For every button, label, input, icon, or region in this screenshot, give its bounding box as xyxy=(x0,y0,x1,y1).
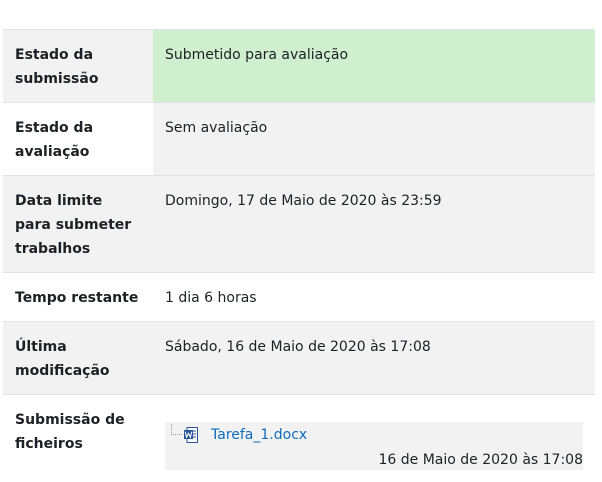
file-submission-box: Tarefa_1.docx 16 de Maio de 2020 às 17:0… xyxy=(165,422,583,470)
row-time-remaining: Tempo restante 1 dia 6 horas xyxy=(3,273,595,322)
due-date-label: Data limite para submeter trabalhos xyxy=(3,176,153,272)
row-due-date: Data limite para submeter trabalhos Domi… xyxy=(3,176,595,273)
file-upload-date: 16 de Maio de 2020 às 17:08 xyxy=(378,452,583,468)
last-modified-value: Sábado, 16 de Maio de 2020 às 17:08 xyxy=(153,322,595,394)
tree-branch-icon xyxy=(171,424,182,435)
file-submissions-label: Submissão de ficheiros xyxy=(3,395,153,482)
submission-status-table: Estado da submissão Submetido para avali… xyxy=(3,29,595,482)
grading-status-label: Estado da avaliação xyxy=(3,103,153,175)
submission-status-value: Submetido para avaliação xyxy=(153,30,595,102)
time-remaining-label: Tempo restante xyxy=(3,273,153,321)
row-grading-status: Estado da avaliação Sem avaliação xyxy=(3,103,595,176)
submission-status-label: Estado da submissão xyxy=(3,30,153,102)
row-submission-status: Estado da submissão Submetido para avali… xyxy=(3,30,595,103)
time-remaining-value: 1 dia 6 horas xyxy=(153,273,595,321)
last-modified-label: Última modificação xyxy=(3,322,153,394)
row-last-modified: Última modificação Sábado, 16 de Maio de… xyxy=(3,322,595,395)
file-link-tarefa[interactable]: Tarefa_1.docx xyxy=(211,425,307,445)
grading-status-value: Sem avaliação xyxy=(153,103,595,175)
due-date-value: Domingo, 17 de Maio de 2020 às 23:59 xyxy=(153,176,595,272)
word-document-icon xyxy=(184,427,198,443)
